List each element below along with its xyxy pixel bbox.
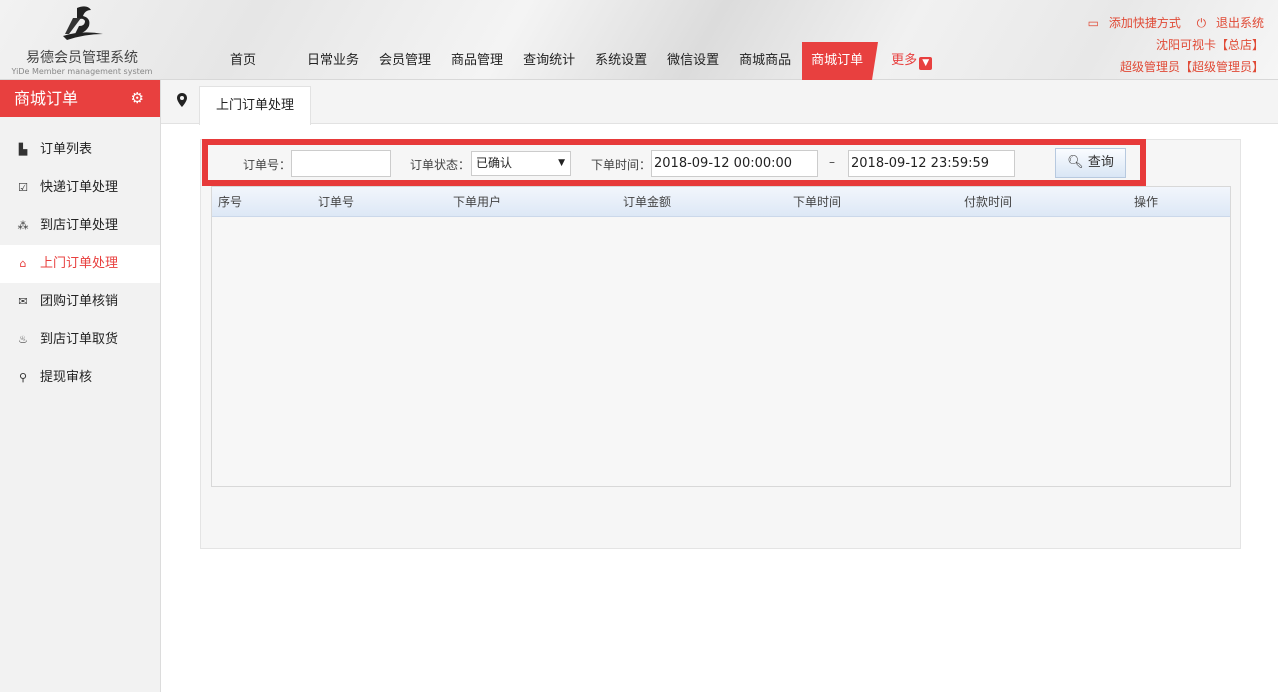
monitor-icon: ▭ — [1087, 16, 1099, 30]
sidebar-item-group-buy-verify[interactable]: ✉ 团购订单核销 — [0, 283, 160, 321]
envelope-icon: ✉ — [18, 295, 28, 308]
nav-more[interactable]: 更多 ▼ — [882, 42, 941, 80]
order-status-label: 订单状态： — [410, 158, 471, 172]
order-status-select[interactable]: 已确认 ▼ — [471, 151, 571, 176]
logo-subtitle: YiDe Member management system — [11, 67, 153, 76]
sidebar-menu: ▙ 订单列表 ☑ 快递订单处理 ⁂ 到店订单处理 ⌂ 上门订单处理 ✉ 团购订单核销 ♨ 到… — [0, 131, 160, 397]
add-shortcut-link[interactable]: ▭ 添加快捷方式 — [1082, 16, 1181, 30]
nav-mall-orders[interactable]: 商城订单 — [802, 42, 879, 80]
col-header-user: 下单用户 — [453, 195, 502, 209]
sidebar-item-store-orders[interactable]: ⁂ 到店订单处理 — [0, 207, 160, 245]
logo-title: 易德会员管理系统 — [26, 50, 138, 66]
bar-chart-icon: ▙ — [18, 143, 28, 156]
sidebar-item-withdraw-review[interactable]: ⚲ 提现审核 — [0, 359, 160, 397]
order-time-end-input[interactable]: 2018-09-12 23:59:59 — [848, 150, 1015, 177]
order-no-input[interactable] — [291, 150, 391, 177]
sidebar-item-label: 团购订单核销 — [40, 294, 119, 309]
nav-member-management[interactable]: 会员管理 — [370, 42, 440, 80]
logout-label: 退出系统 — [1215, 16, 1264, 30]
location-pin-icon — [177, 93, 187, 107]
gear-icon[interactable]: ⚙ — [131, 80, 144, 117]
store-name: 沈阳可视卡【总店】 — [1155, 38, 1264, 52]
nav-query-statistics[interactable]: 查询统计 — [514, 42, 584, 80]
dropdown-arrow-icon: ▼ — [558, 158, 565, 168]
search-filter-bar: 订单号： 订单状态： 已确认 ▼ 下单时间： 2018-09-12 00:00:… — [202, 139, 1146, 186]
order-time-label: 下单时间： — [591, 158, 652, 172]
nav-home[interactable]: 首页 — [216, 42, 270, 80]
sidebar-item-label: 上门订单处理 — [40, 256, 119, 271]
logo[interactable]: 易德会员管理系统 YiDe Member management system — [8, 4, 156, 78]
sidebar-item-store-pickup[interactable]: ♨ 到店订单取货 — [0, 321, 160, 359]
sidebar-item-home-service-orders[interactable]: ⌂ 上门订单处理 — [0, 245, 160, 283]
sidebar: 商城订单 ⚙ ▙ 订单列表 ☑ 快递订单处理 ⁂ 到店订单处理 ⌂ 上门订单处理 ✉ 团购… — [0, 80, 161, 692]
chevron-down-icon: ▼ — [919, 57, 933, 70]
tab-home-service-orders[interactable]: 上门订单处理 — [199, 86, 312, 125]
logo-mark-icon — [63, 6, 103, 40]
sidebar-item-order-list[interactable]: ▙ 订单列表 — [0, 131, 160, 169]
sidebar-title: 商城订单 — [14, 89, 79, 108]
power-icon: ⏻ — [1196, 16, 1207, 30]
search-button-label: 查询 — [1087, 155, 1114, 170]
sidebar-header: 商城订单 ⚙ — [0, 80, 160, 117]
checkbox-icon: ☑ — [18, 181, 28, 194]
user-info: ▭ 添加快捷方式 ⏻ 退出系统 沈阳可视卡【总店】 超级管理员【超级管理员】 — [1076, 12, 1264, 78]
sidebar-item-label: 到店订单处理 — [40, 218, 119, 233]
nav-wechat-settings[interactable]: 微信设置 — [658, 42, 728, 80]
col-header-amount: 订单金额 — [623, 195, 672, 209]
sidebar-item-label: 订单列表 — [40, 142, 93, 157]
col-header-order-time: 下单时间 — [793, 195, 842, 209]
logout-link[interactable]: ⏻ 退出系统 — [1191, 16, 1264, 30]
header-bar: 易德会员管理系统 YiDe Member management system 首… — [0, 0, 1278, 80]
order-status-value: 已确认 — [476, 156, 513, 170]
user-role: 超级管理员【超级管理员】 — [1119, 60, 1264, 74]
orders-table: 序号 订单号 下单用户 订单金额 下单时间 付款时间 操作 — [211, 186, 1231, 487]
col-header-pay-time: 付款时间 — [964, 195, 1013, 209]
search-icon: 🔍︎ — [1067, 155, 1084, 170]
nav-more-label: 更多 — [891, 53, 918, 68]
table-header: 序号 订单号 下单用户 订单金额 下单时间 付款时间 操作 — [212, 187, 1230, 217]
col-header-order-no: 订单号 — [318, 195, 355, 209]
sidebar-item-label: 提现审核 — [40, 370, 93, 385]
sidebar-item-label: 快递订单处理 — [40, 180, 119, 195]
order-time-start-input[interactable]: 2018-09-12 00:00:00 — [651, 150, 818, 177]
nav-goods-management[interactable]: 商品管理 — [442, 42, 512, 80]
cubes-icon: ⁂ — [17, 219, 29, 232]
col-header-actions: 操作 — [1134, 195, 1159, 209]
search-button[interactable]: 🔍︎ 查询 — [1055, 148, 1126, 178]
nav-daily-business[interactable]: 日常业务 — [298, 42, 368, 80]
search-icon: ⚲ — [18, 371, 28, 384]
main-nav: 首页 日常业务 会员管理 商品管理 查询统计 系统设置 微信设置 商城商品 商城… — [216, 42, 943, 80]
nav-mall-goods[interactable]: 商城商品 — [730, 42, 800, 80]
basket-icon: ♨ — [18, 333, 28, 346]
sidebar-item-express-orders[interactable]: ☑ 快递订单处理 — [0, 169, 160, 207]
home-icon: ⌂ — [19, 257, 27, 270]
add-shortcut-label: 添加快捷方式 — [1108, 16, 1181, 30]
col-header-index: 序号 — [218, 195, 243, 209]
nav-system-settings[interactable]: 系统设置 — [586, 42, 656, 80]
tab-bar: 上门订单处理 — [161, 80, 1278, 125]
sidebar-item-label: 到店订单取货 — [40, 332, 119, 347]
date-range-separator: – — [829, 155, 835, 169]
order-no-label: 订单号： — [243, 158, 292, 172]
